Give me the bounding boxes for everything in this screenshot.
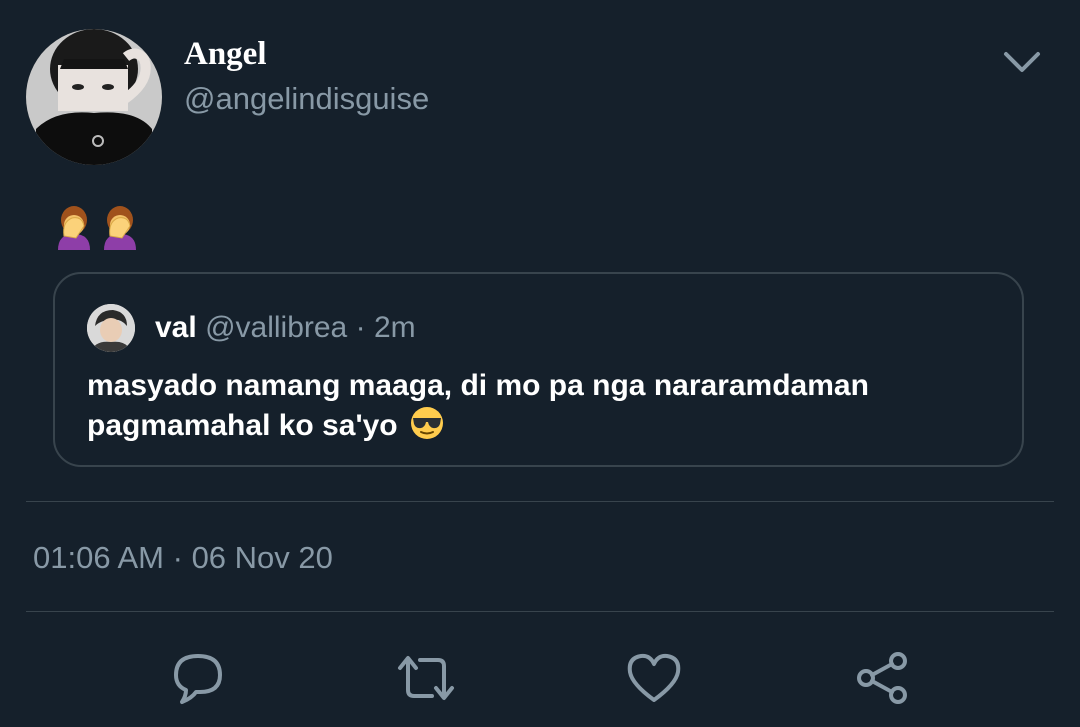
author-avatar-image xyxy=(26,29,162,165)
share-button[interactable] xyxy=(852,648,912,708)
quoted-time-separator: · xyxy=(355,311,366,344)
quoted-tweet-header: val @vallibrea · 2m xyxy=(155,308,416,348)
reply-button[interactable] xyxy=(168,648,228,708)
divider xyxy=(26,501,1054,502)
quoted-author-name[interactable]: val xyxy=(155,311,197,344)
tweet-time-separator: · xyxy=(172,540,183,575)
quoted-tweet-card[interactable]: val @vallibrea · 2m masyado namang maaga… xyxy=(53,272,1024,467)
quoted-tweet-text-line-2: pagmamahal ko sa'yo xyxy=(87,406,987,446)
quoted-author-handle[interactable]: @vallibrea xyxy=(205,311,347,344)
author-avatar[interactable] xyxy=(26,29,162,165)
quoted-author-avatar[interactable] xyxy=(87,304,135,352)
like-button[interactable] xyxy=(624,648,684,708)
author-handle[interactable]: @angelindisguise xyxy=(184,80,429,118)
heart-icon xyxy=(627,653,681,702)
quoted-tweet-text-line-2-words: pagmamahal ko sa'yo xyxy=(87,409,398,442)
divider xyxy=(26,611,1054,612)
author-display-name[interactable]: Angel xyxy=(184,34,267,74)
retweet-button[interactable] xyxy=(396,648,456,708)
share-icon xyxy=(857,652,907,704)
facepalm-emoji-icon xyxy=(104,206,136,250)
quoted-tweet-text: masyado namang maaga, di mo pa nga narar… xyxy=(87,366,987,446)
quoted-tweet-text-line-1: masyado namang maaga, di mo pa nga narar… xyxy=(87,369,869,402)
chevron-down-icon[interactable] xyxy=(1000,44,1044,78)
quoted-avatar-image xyxy=(87,304,135,352)
tweet-time: 01:06 AM xyxy=(33,540,164,575)
tweet-date: 06 Nov 20 xyxy=(191,540,333,575)
reply-icon xyxy=(174,654,222,704)
quoted-tweet-time: 2m xyxy=(373,311,416,344)
retweet-icon xyxy=(398,656,454,700)
tweet-timestamp[interactable]: 01:06 AM · 06 Nov 20 xyxy=(33,538,333,578)
tweet-text xyxy=(54,204,140,250)
sunglasses-emoji-icon xyxy=(410,407,443,439)
facepalm-emoji-icon xyxy=(58,206,90,250)
